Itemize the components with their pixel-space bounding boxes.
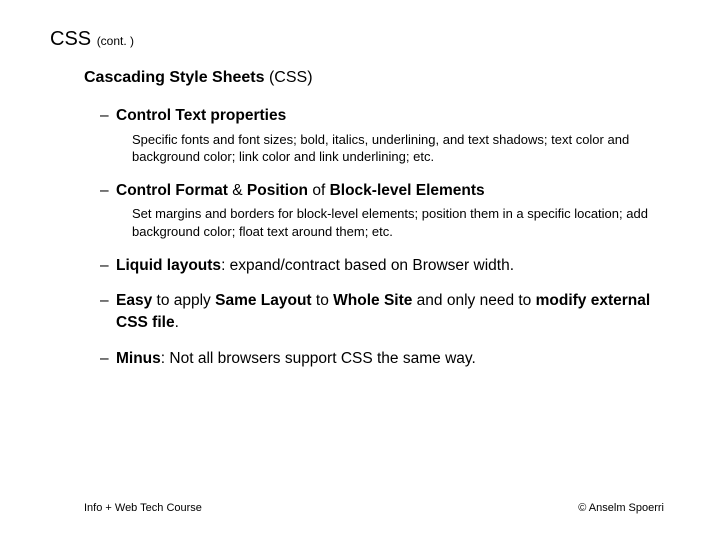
- bullet-list: Control Text properties Specific fonts an…: [100, 105, 670, 369]
- bullet-text: : expand/contract based on Browser width…: [221, 257, 514, 274]
- bullet-text: Minus: [116, 350, 161, 367]
- title-main: CSS: [50, 28, 91, 50]
- bullet-desc: Specific fonts and font sizes; bold, ita…: [132, 131, 670, 166]
- bullet-text: Easy: [116, 292, 152, 309]
- subtitle-bold: Cascading Style Sheets: [84, 69, 265, 86]
- bullet-head: Easy to apply Same Layout to Whole Site …: [100, 290, 670, 333]
- bullet-text: &: [228, 182, 247, 199]
- bullet-text: Block-level Elements: [330, 182, 485, 199]
- bullet-item: Control Format & Position of Block-level…: [100, 180, 670, 241]
- bullet-item: Liquid layouts: expand/contract based on…: [100, 255, 670, 277]
- bullet-text: .: [175, 314, 179, 331]
- footer: Info + Web Tech Course © Anselm Spoerri: [0, 502, 720, 514]
- bullet-text: Liquid layouts: [116, 257, 221, 274]
- bullet-head: Liquid layouts: expand/contract based on…: [100, 255, 670, 277]
- bullet-item: Minus: Not all browsers support CSS the …: [100, 348, 670, 370]
- bullet-text: Control Format: [116, 182, 228, 199]
- bullet-text: Whole Site: [333, 292, 412, 309]
- title-suffix: (cont. ): [97, 34, 134, 48]
- bullet-text: Control Text properties: [116, 107, 286, 124]
- bullet-head: Minus: Not all browsers support CSS the …: [100, 348, 670, 370]
- footer-left: Info + Web Tech Course: [84, 502, 202, 514]
- bullet-item: Control Text properties Specific fonts an…: [100, 105, 670, 166]
- bullet-head: Control Text properties: [100, 105, 670, 127]
- footer-right: © Anselm Spoerri: [578, 502, 664, 514]
- bullet-text: : Not all browsers support CSS the same …: [161, 350, 476, 367]
- slide-title: CSS (cont. ): [50, 28, 670, 51]
- bullet-text: of: [308, 182, 330, 199]
- subtitle-rest: (CSS): [265, 69, 313, 86]
- subtitle: Cascading Style Sheets (CSS): [84, 69, 670, 87]
- bullet-desc: Set margins and borders for block-level …: [132, 205, 670, 240]
- bullet-text: to apply: [152, 292, 215, 309]
- bullet-head: Control Format & Position of Block-level…: [100, 180, 670, 202]
- bullet-text: Same Layout: [215, 292, 311, 309]
- bullet-item: Easy to apply Same Layout to Whole Site …: [100, 290, 670, 333]
- bullet-text: Position: [247, 182, 308, 199]
- bullet-text: and only need to: [412, 292, 535, 309]
- bullet-text: to: [312, 292, 334, 309]
